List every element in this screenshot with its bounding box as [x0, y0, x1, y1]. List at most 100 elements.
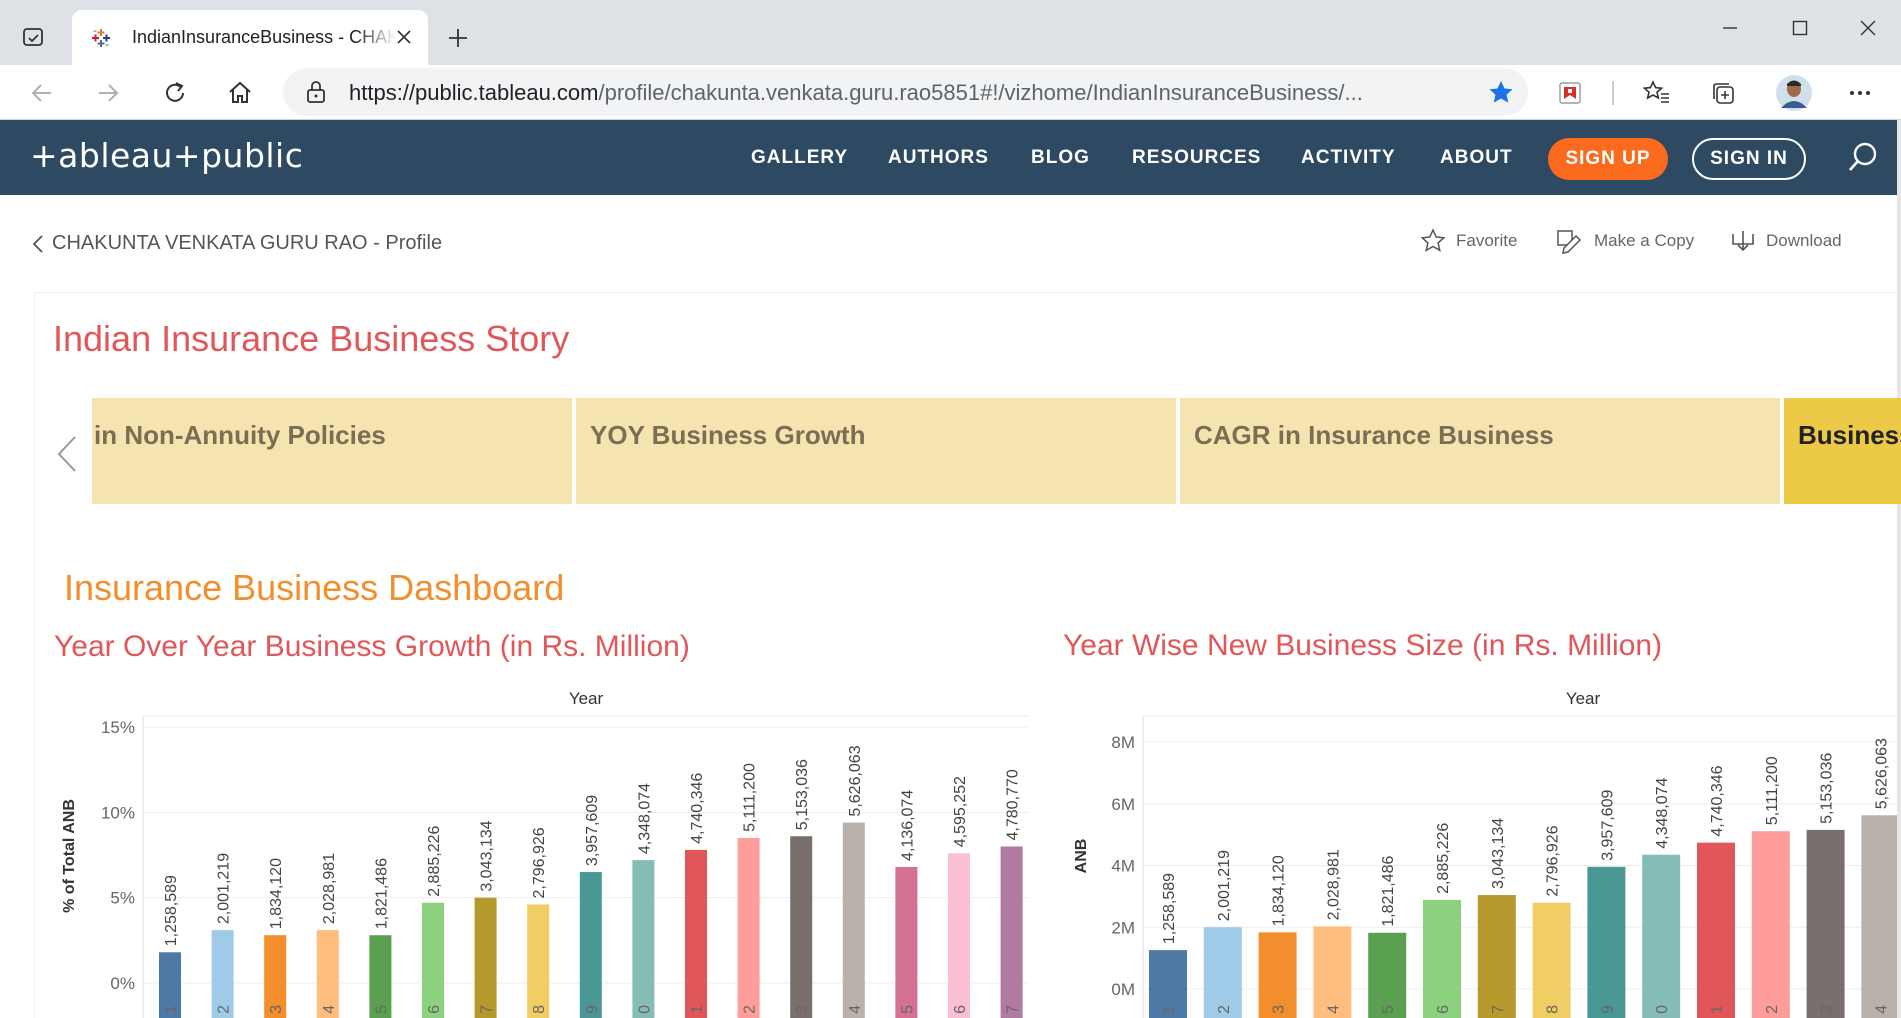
bar: [737, 837, 760, 1018]
browser-tab-active[interactable]: IndianInsuranceBusiness - CHAKUNTA: [72, 10, 428, 65]
data-label: 5,153,036: [1819, 753, 1836, 824]
x-tick-label: 0: [636, 1005, 653, 1014]
x-tick-label: 8: [1545, 1005, 1562, 1014]
story-point-non-annuity[interactable]: in Non-Annuity Policies: [92, 398, 572, 504]
bar: [211, 930, 234, 1018]
bar: [842, 822, 865, 1018]
data-label: 3,957,609: [584, 795, 601, 866]
extension-icon[interactable]: [1552, 75, 1588, 111]
data-label: 2,796,926: [531, 827, 548, 898]
bar: [1532, 902, 1571, 1018]
x-tick-label: 2: [216, 1005, 233, 1014]
x-tick-label: 1: [689, 1005, 706, 1014]
x-tick-label: 4: [1873, 1005, 1890, 1014]
close-window-icon[interactable]: [1838, 8, 1898, 48]
nav-gallery[interactable]: GALLERY: [751, 147, 848, 169]
bar: [790, 836, 813, 1018]
more-menu-icon[interactable]: [1842, 75, 1878, 111]
y-axis-title: % of Total ANB: [61, 799, 78, 913]
tableau-public-logo[interactable]: +ableau+public: [30, 136, 303, 175]
address-bar[interactable]: https://public.tableau.com/profile/chaku…: [283, 68, 1528, 116]
collections-icon[interactable]: [1705, 75, 1741, 111]
y-tick-label: 0%: [110, 974, 135, 993]
forward-icon[interactable]: [90, 75, 126, 111]
chart-size-title: Year Wise New Business Size (in Rs. Mill…: [1063, 629, 1663, 662]
bar: [1697, 842, 1735, 1018]
x-tick-label: 9: [584, 1005, 601, 1014]
profile-avatar[interactable]: [1772, 71, 1816, 115]
url-host: https://public.tableau.com: [349, 80, 599, 105]
new-tab-icon[interactable]: [440, 20, 476, 56]
sign-up-button[interactable]: SIGN UP: [1548, 138, 1668, 180]
story-point-cagr[interactable]: CAGR in Insurance Business: [1180, 398, 1780, 504]
favorites-icon[interactable]: [1639, 75, 1675, 111]
home-icon[interactable]: [222, 75, 258, 111]
chart-yoy-title: Year Over Year Business Growth (in Rs. M…: [54, 630, 690, 663]
data-label: 5,626,063: [1873, 738, 1890, 809]
browser-toolbar: https://public.tableau.com/profile/chaku…: [0, 65, 1901, 120]
browser-tab-bar: IndianInsuranceBusiness - CHAKUNTA: [0, 0, 1901, 65]
data-label: 1,834,120: [1271, 855, 1288, 926]
nav-authors[interactable]: AUTHORS: [888, 147, 989, 169]
page-scrollbar[interactable]: [1897, 120, 1901, 1018]
story-point-yoy-growth[interactable]: YOY Business Growth: [576, 398, 1176, 504]
x-tick-label: 5: [899, 1005, 916, 1014]
data-label: 1,834,120: [268, 858, 285, 929]
data-label: 4,348,074: [1654, 777, 1671, 848]
data-label: 1,821,486: [1380, 855, 1397, 926]
tableau-favicon-icon: [88, 25, 114, 51]
sign-in-button[interactable]: SIGN IN: [1692, 138, 1806, 180]
data-label: 2,001,219: [216, 853, 233, 924]
x-tick-label: 2: [742, 1005, 759, 1014]
back-icon[interactable]: [24, 75, 60, 111]
reload-icon[interactable]: [157, 75, 193, 111]
x-tick-label: 7: [1490, 1005, 1507, 1014]
data-label: 4,740,346: [1709, 765, 1726, 836]
story-prev-arrow-icon[interactable]: [52, 434, 82, 474]
bar: [632, 860, 655, 1018]
breadcrumb-label: CHAKUNTA VENKATA GURU RAO - Profile: [52, 232, 443, 254]
bar: [579, 872, 602, 1018]
favorite-star-icon[interactable]: [1488, 80, 1514, 109]
lock-icon[interactable]: [305, 80, 327, 109]
nav-blog[interactable]: BLOG: [1031, 147, 1090, 169]
x-tick-label: 1: [1709, 1005, 1726, 1014]
y-axis-title: ANB: [1073, 839, 1090, 874]
data-label: 4,348,074: [636, 783, 653, 854]
chevron-left-icon: [32, 234, 43, 253]
maximize-icon[interactable]: [1770, 8, 1830, 48]
data-label: 4,780,770: [1005, 769, 1022, 840]
bar: [1477, 895, 1516, 1018]
x-tick-label: 3: [268, 1005, 285, 1014]
story-point-business-size[interactable]: Business Size: [1784, 398, 1901, 504]
make-copy-button[interactable]: Make a Copy: [1556, 228, 1694, 254]
data-label: 1,258,589: [163, 875, 180, 946]
favorite-button[interactable]: Favorite: [1420, 228, 1517, 254]
breadcrumb[interactable]: CHAKUNTA VENKATA GURU RAO - Profile: [32, 232, 442, 255]
search-icon[interactable]: [1844, 138, 1882, 176]
bar: [1642, 854, 1681, 1018]
data-label: 5,153,036: [794, 759, 811, 830]
x-axis-title: Year: [569, 689, 604, 708]
star-outline-icon: [1420, 228, 1446, 252]
nav-activity[interactable]: ACTIVITY: [1301, 147, 1396, 169]
tab-close-icon[interactable]: [394, 27, 414, 47]
tab-actions-icon[interactable]: [18, 22, 48, 52]
bar: [1203, 927, 1242, 1018]
y-tick-label: 2M: [1111, 918, 1135, 937]
y-tick-label: 0M: [1111, 980, 1135, 999]
x-tick-label: 3: [1271, 1005, 1288, 1014]
story-navigator: in Non-Annuity Policies YOY Business Gro…: [92, 398, 1901, 504]
nav-about[interactable]: ABOUT: [1440, 147, 1513, 169]
nav-resources[interactable]: RESOURCES: [1132, 147, 1261, 169]
download-button[interactable]: Download: [1730, 228, 1842, 254]
minimize-icon[interactable]: [1700, 8, 1760, 48]
bar: [316, 930, 339, 1018]
bar: [948, 853, 970, 1018]
x-tick-label: 5: [373, 1005, 390, 1014]
x-tick-label: 3: [1819, 1005, 1836, 1014]
tab-title: IndianInsuranceBusiness - CHAKUNTA: [132, 27, 396, 47]
x-tick-label: 2: [1764, 1005, 1781, 1014]
x-tick-label: 0: [1654, 1005, 1671, 1014]
download-label: Download: [1766, 231, 1842, 250]
